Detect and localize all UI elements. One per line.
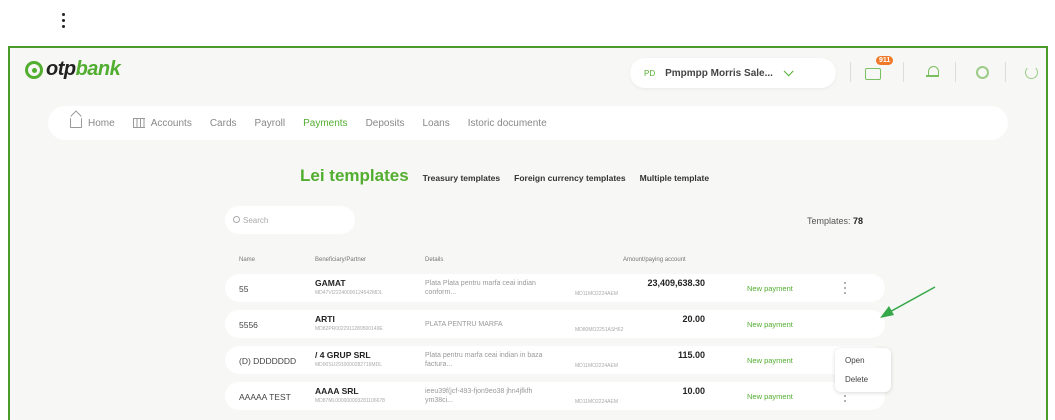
beneficiary-name: GAMAT xyxy=(315,278,346,288)
amount: 23,409,638.30 xyxy=(647,278,705,288)
template-name: (D) DDDDDDD xyxy=(239,356,297,366)
amount: 115.00 xyxy=(677,350,705,360)
nav-label: Deposits xyxy=(365,117,405,129)
mail-count-badge: 911 xyxy=(876,56,894,65)
profile-initials: PD xyxy=(644,68,656,78)
bell-icon[interactable] xyxy=(925,64,941,80)
template-tabs: Lei templates Treasury templates Foreign… xyxy=(300,166,709,186)
menu-item-delete[interactable]: Delete xyxy=(845,375,868,384)
template-name: AAAAA TEST xyxy=(239,392,291,402)
otpbank-logo[interactable]: otpbank xyxy=(25,58,121,81)
search-input[interactable] xyxy=(225,206,355,234)
gear-icon[interactable] xyxy=(976,66,989,79)
nav-item-home[interactable]: Home xyxy=(70,118,115,129)
payment-details: PLATA PENTRU MARFA xyxy=(425,321,503,328)
nav-item-loans[interactable]: Loans xyxy=(422,118,449,129)
bank-icon xyxy=(132,118,145,128)
app-header: otpbank PD Pmpmpp Morris Sale... 911 xyxy=(10,48,1046,100)
beneficiary-account: MD00SU2910000282716MDL xyxy=(315,362,382,368)
column-header-details: Details xyxy=(425,257,444,263)
amount: 10.00 xyxy=(682,386,705,396)
nav-item-cards[interactable]: Cards xyxy=(210,118,237,129)
profile-name: Pmpmpp Morris Sale... xyxy=(665,67,773,79)
nav-label: Loans xyxy=(422,117,450,129)
table-row[interactable]: 5556 ARTI MD82PR0022911289500149E PLATA … xyxy=(225,310,885,338)
profile-selector[interactable]: PD Pmpmpp Morris Sale... xyxy=(630,58,836,88)
template-name: 55 xyxy=(239,284,249,294)
logo-suffix: bank xyxy=(75,58,121,80)
beneficiary-account: MD47VI22240000124542MDL xyxy=(315,290,383,296)
divider xyxy=(903,62,904,82)
chevron-down-icon xyxy=(783,65,794,76)
beneficiary-account: MD87ML000000003281106678 xyxy=(315,398,385,404)
new-payment-button[interactable]: New payment xyxy=(747,392,793,401)
table-row[interactable]: AAAAA TEST AAAA SRL MD87ML00000000328110… xyxy=(225,382,885,410)
beneficiary-name: / 4 GRUP SRL xyxy=(315,350,371,360)
power-icon[interactable] xyxy=(1025,66,1038,79)
payment-details: ieeu39f(jcf-493-fjon9eo38 jhn4jfkfh ym38… xyxy=(425,388,533,404)
home-icon xyxy=(70,118,82,128)
column-header-amount: Amount/paying account xyxy=(623,257,686,263)
paying-account: MD11MO2224AEM xyxy=(575,363,618,369)
paying-account: MD11MO2224AEM xyxy=(575,399,618,405)
nav-item-accounts[interactable]: Accounts xyxy=(132,117,192,129)
paying-account: MD80MO2251ASH62 xyxy=(575,327,624,333)
divider xyxy=(850,62,851,82)
main-nav: Home Accounts Cards Payroll Payments Dep… xyxy=(48,106,1008,140)
nav-item-istoric-documente[interactable]: Istoric documente xyxy=(468,118,547,129)
otp-logo-icon xyxy=(25,60,43,79)
new-payment-button[interactable]: New payment xyxy=(747,320,793,329)
nav-item-payroll[interactable]: Payroll xyxy=(255,118,286,129)
divider xyxy=(1005,62,1006,82)
app-window: otpbank PD Pmpmpp Morris Sale... 911 Hom… xyxy=(8,46,1048,420)
templates-count-value: 78 xyxy=(853,216,864,226)
divider xyxy=(955,62,956,82)
template-name: 5556 xyxy=(239,320,258,330)
templates-count: Templates: 78 xyxy=(807,216,863,226)
amount: 20.00 xyxy=(682,314,705,324)
column-header-name: Name xyxy=(239,257,256,263)
tab-treasury-templates[interactable]: Treasury templates xyxy=(423,173,500,183)
tab-multiple-template[interactable]: Multiple template xyxy=(640,173,709,183)
templates-count-label: Templates: xyxy=(807,216,851,226)
nav-label: Home xyxy=(88,117,115,129)
new-payment-button[interactable]: New payment xyxy=(747,356,793,365)
top-more-icon[interactable] xyxy=(58,8,68,32)
row-context-menu: Open Delete xyxy=(835,348,891,392)
table-row[interactable]: 55 GAMAT MD47VI22240000124542MDL Plata P… xyxy=(225,274,885,302)
beneficiary-account: MD82PR0022911289500149E xyxy=(315,326,383,332)
nav-item-payments[interactable]: Payments xyxy=(303,118,347,129)
payment-details: Plata pentru marfa ceai indian in baza f… xyxy=(425,352,543,368)
logo-prefix: otp xyxy=(46,58,76,80)
mail-icon[interactable] xyxy=(865,68,881,80)
search-box xyxy=(225,206,355,234)
table-header: Name Beneficiary/Partner Details Amount/… xyxy=(225,257,885,271)
beneficiary-name: ARTI xyxy=(315,314,335,324)
new-payment-button[interactable]: New payment xyxy=(747,284,793,293)
tab-foreign-currency-templates[interactable]: Foreign currency templates xyxy=(514,173,625,183)
menu-item-open[interactable]: Open xyxy=(845,356,865,365)
nav-item-deposits[interactable]: Deposits xyxy=(366,118,405,129)
beneficiary-name: AAAA SRL xyxy=(315,386,359,396)
tab-lei-templates[interactable]: Lei templates xyxy=(300,166,409,186)
nav-label: Accounts xyxy=(150,117,192,129)
nav-label: Payroll xyxy=(254,117,286,129)
nav-label: Payments xyxy=(303,117,348,129)
search-icon xyxy=(233,216,240,223)
payment-details: Plata Plata pentru marfa ceai indian con… xyxy=(425,280,536,296)
column-header-beneficiary: Beneficiary/Partner xyxy=(315,257,367,263)
nav-label: Istoric documente xyxy=(467,117,547,129)
table-row[interactable]: (D) DDDDDDD / 4 GRUP SRL MD00SU291000028… xyxy=(225,346,885,374)
nav-label: Cards xyxy=(209,117,237,129)
row-more-icon[interactable] xyxy=(842,281,848,295)
paying-account: MD11MO2224AEM xyxy=(575,291,618,297)
